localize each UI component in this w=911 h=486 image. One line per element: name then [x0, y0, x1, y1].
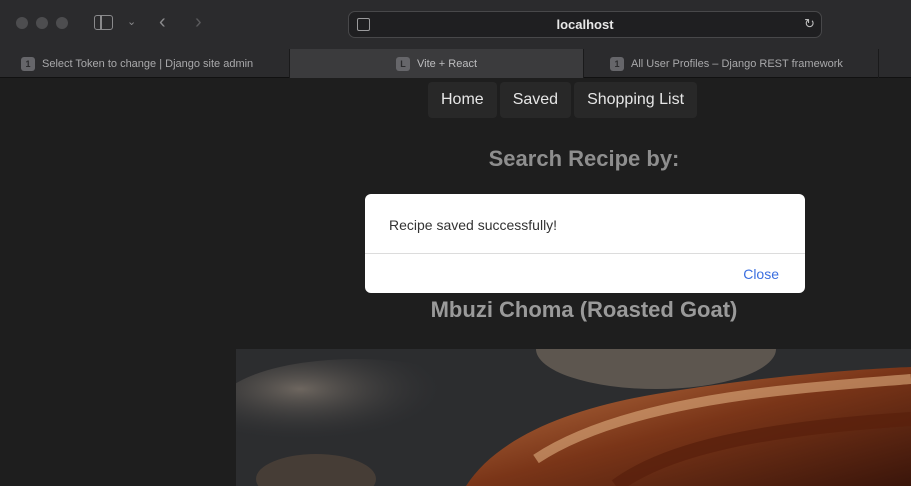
modal-divider: [365, 253, 805, 254]
tab-bar: 1 Select Token to change | Django site a…: [0, 49, 911, 78]
modal-message: Recipe saved successfully!: [389, 217, 558, 233]
window-maximize-button[interactable]: [56, 17, 68, 29]
search-heading: Search Recipe by:: [488, 146, 680, 171]
reload-icon[interactable]: ↻: [804, 16, 815, 32]
nav-saved-button[interactable]: Saved: [499, 82, 572, 118]
recipe-image: [236, 349, 911, 486]
save-confirmation-modal: Recipe saved successfully! Close: [365, 194, 805, 293]
back-arrow-icon[interactable]: ‹: [159, 11, 166, 34]
tab-django-admin[interactable]: 1 Select Token to change | Django site a…: [0, 49, 290, 78]
address-text[interactable]: localhost: [349, 17, 821, 32]
roasted-goat-photo: [236, 349, 911, 486]
tab-favicon-icon: 1: [21, 56, 35, 71]
tab-label: Select Token to change | Django site adm…: [42, 57, 254, 70]
modal-close-button[interactable]: Close: [743, 266, 779, 282]
browser-titlebar: ⌄ ‹ › localhost ↻: [0, 0, 911, 49]
nav-home-button[interactable]: Home: [428, 82, 497, 118]
tab-label: All User Profiles – Django REST framewor…: [631, 57, 843, 70]
sidebar-toggle-icon[interactable]: [94, 15, 113, 30]
recipe-title: Mbuzi Choma (Roasted Goat): [430, 297, 738, 322]
tab-label: Vite + React: [416, 57, 478, 70]
chevron-down-icon[interactable]: ⌄: [127, 15, 136, 28]
window-minimize-button[interactable]: [36, 17, 48, 29]
tab-user-profiles[interactable]: 1 All User Profiles – Django REST framew…: [584, 49, 879, 78]
main-nav: Home Saved Shopping List: [428, 82, 698, 118]
tab-favicon-icon: 1: [610, 56, 624, 71]
tab-vite-react[interactable]: L Vite + React: [290, 49, 584, 78]
forward-arrow-icon[interactable]: ›: [195, 11, 202, 34]
nav-shopping-list-button[interactable]: Shopping List: [574, 82, 698, 118]
address-bar[interactable]: localhost ↻: [348, 11, 822, 38]
tab-favicon-icon: L: [395, 56, 410, 71]
window-close-button[interactable]: [16, 17, 28, 29]
